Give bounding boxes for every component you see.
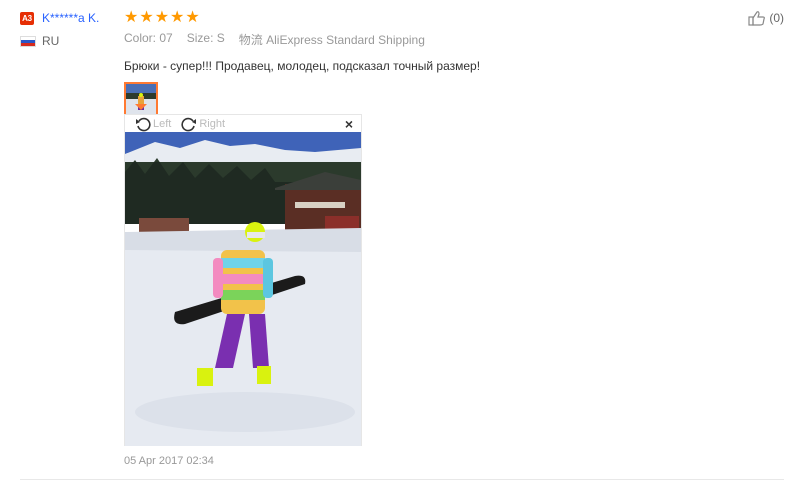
color-label: Color: bbox=[124, 31, 157, 45]
shipping-label: 物流 bbox=[238, 33, 263, 47]
thumbnail-pointer bbox=[135, 104, 147, 110]
star-icon: ★ bbox=[154, 9, 170, 26]
rotate-right-button[interactable]: Right bbox=[181, 116, 225, 132]
review-photo bbox=[125, 132, 361, 446]
shipping-attribute: 物流 AliExpress Standard Shipping bbox=[239, 31, 425, 48]
size-value: S bbox=[216, 31, 225, 45]
review-divider bbox=[20, 479, 784, 480]
review-text: Брюки - супер!!! Продавец, молодец, подс… bbox=[124, 59, 481, 73]
star-icon: ★ bbox=[139, 9, 154, 26]
shipping-value: AliExpress Standard Shipping bbox=[266, 33, 425, 47]
viewer-toolbar: Left Right × bbox=[125, 115, 361, 132]
country-code: RU bbox=[42, 34, 60, 48]
star-icon: ★ bbox=[170, 9, 185, 26]
helpful-count: (0) bbox=[769, 11, 784, 25]
size-attribute: Size: S bbox=[187, 31, 225, 48]
helpful-button[interactable]: (0) bbox=[748, 10, 784, 26]
close-viewer-button[interactable]: × bbox=[345, 116, 353, 132]
thumbs-up-icon bbox=[748, 11, 766, 26]
rotate-right-label: Right bbox=[199, 117, 226, 130]
reviewer-country: RU bbox=[20, 34, 120, 48]
reviewer-info: A3 K******a K. RU bbox=[20, 10, 120, 48]
russia-flag-icon bbox=[20, 35, 36, 47]
star-icon: ★ bbox=[124, 9, 139, 26]
order-attributes: Color: 07 Size: S 物流 AliExpress Standard… bbox=[124, 31, 724, 48]
photo-viewer: Left Right × bbox=[124, 114, 362, 446]
rotate-left-label: Left bbox=[153, 117, 172, 130]
reviewer-name[interactable]: K******a K. bbox=[42, 11, 99, 25]
size-label: Size: bbox=[186, 31, 214, 45]
star-rating: ★ ★ ★ ★ ★ bbox=[124, 10, 724, 26]
buyer-level-badge: A3 bbox=[20, 11, 34, 25]
review-date: 05 Apr 2017 02:34 bbox=[124, 455, 214, 467]
reviewer-row: A3 K******a K. bbox=[20, 10, 120, 26]
star-icon: ★ bbox=[185, 9, 200, 26]
color-attribute: Color: 07 bbox=[124, 31, 173, 48]
color-value: 07 bbox=[159, 31, 173, 45]
snowboarder-photo-image bbox=[125, 132, 361, 446]
review-content: ★ ★ ★ ★ ★ Color: 07 Size: S 物流 AliExpres… bbox=[124, 10, 724, 116]
rotate-left-button[interactable]: Left bbox=[135, 116, 171, 132]
review-photo-thumbnail[interactable] bbox=[124, 82, 158, 116]
rotate-left-icon bbox=[136, 117, 151, 131]
rotate-right-icon bbox=[181, 117, 197, 131]
